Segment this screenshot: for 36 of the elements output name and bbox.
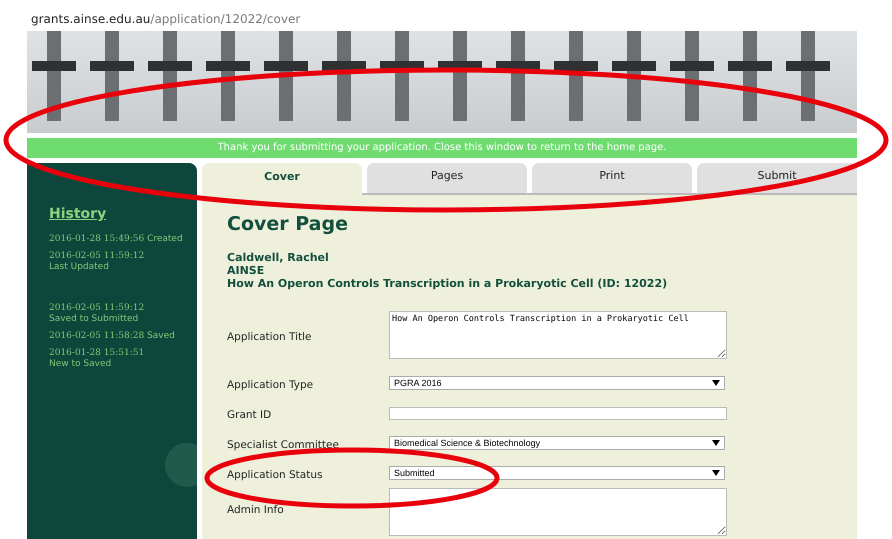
field-label: Specialist Committee xyxy=(227,438,340,451)
tab[interactable]: Pages xyxy=(367,163,527,193)
dropdown[interactable]: Biomedical Science & Biotechnology xyxy=(389,436,725,450)
text-area[interactable] xyxy=(389,488,727,536)
history-event: Created xyxy=(147,234,183,245)
dropdown[interactable]: PGRA 2016 xyxy=(389,376,725,390)
history-event: New to Saved xyxy=(49,359,112,370)
field-label: Grant ID xyxy=(227,408,272,421)
history-timestamp: 2016-02-05 11:58:28 xyxy=(49,331,144,342)
caret-icon xyxy=(712,470,720,476)
history-link[interactable]: History xyxy=(49,206,106,222)
field-label: Application Title xyxy=(227,330,313,343)
history-timestamp: 2016-02-05 11:59:12 xyxy=(49,303,144,314)
input-field[interactable] xyxy=(389,406,727,420)
address-bar[interactable]: grants.ainse.edu.au/application/12022/cover xyxy=(31,0,300,31)
field-label: Application Type xyxy=(227,378,314,391)
success-message: Thank you for submitting your application. Close this window to return to the home page. xyxy=(27,138,857,158)
history-event: Saved xyxy=(147,331,175,342)
circle-decoration xyxy=(165,443,197,487)
history-timestamp: 2016-01-28 15:49:56 xyxy=(49,234,144,245)
applicant-detail: Caldwell, Rachel xyxy=(227,251,330,264)
tab[interactable]: Print xyxy=(532,163,692,193)
tab[interactable]: Cover xyxy=(202,163,362,195)
caret-icon xyxy=(712,380,720,386)
text-area[interactable]: How An Operon Controls Transcription in a Prokaryotic Cell xyxy=(389,311,727,359)
history-event: Last Updated xyxy=(49,262,109,273)
history-event: Saved to Submitted xyxy=(49,314,138,325)
field-label: Application Status xyxy=(227,468,324,481)
field-label: Admin Info xyxy=(227,503,285,516)
applicant-detail: How An Operon Controls Transcription in a Prokaryotic Cell (ID: 12022) xyxy=(227,277,668,290)
history-timestamp: 2016-01-28 15:51:51 xyxy=(49,348,144,359)
dropdown[interactable]: Submitted xyxy=(389,466,725,480)
caret-icon xyxy=(712,440,720,446)
applicant-detail: AINSE xyxy=(227,264,266,277)
page-title: Cover Page xyxy=(227,213,349,235)
history-timestamp: 2016-02-05 11:59:12 xyxy=(49,251,144,262)
